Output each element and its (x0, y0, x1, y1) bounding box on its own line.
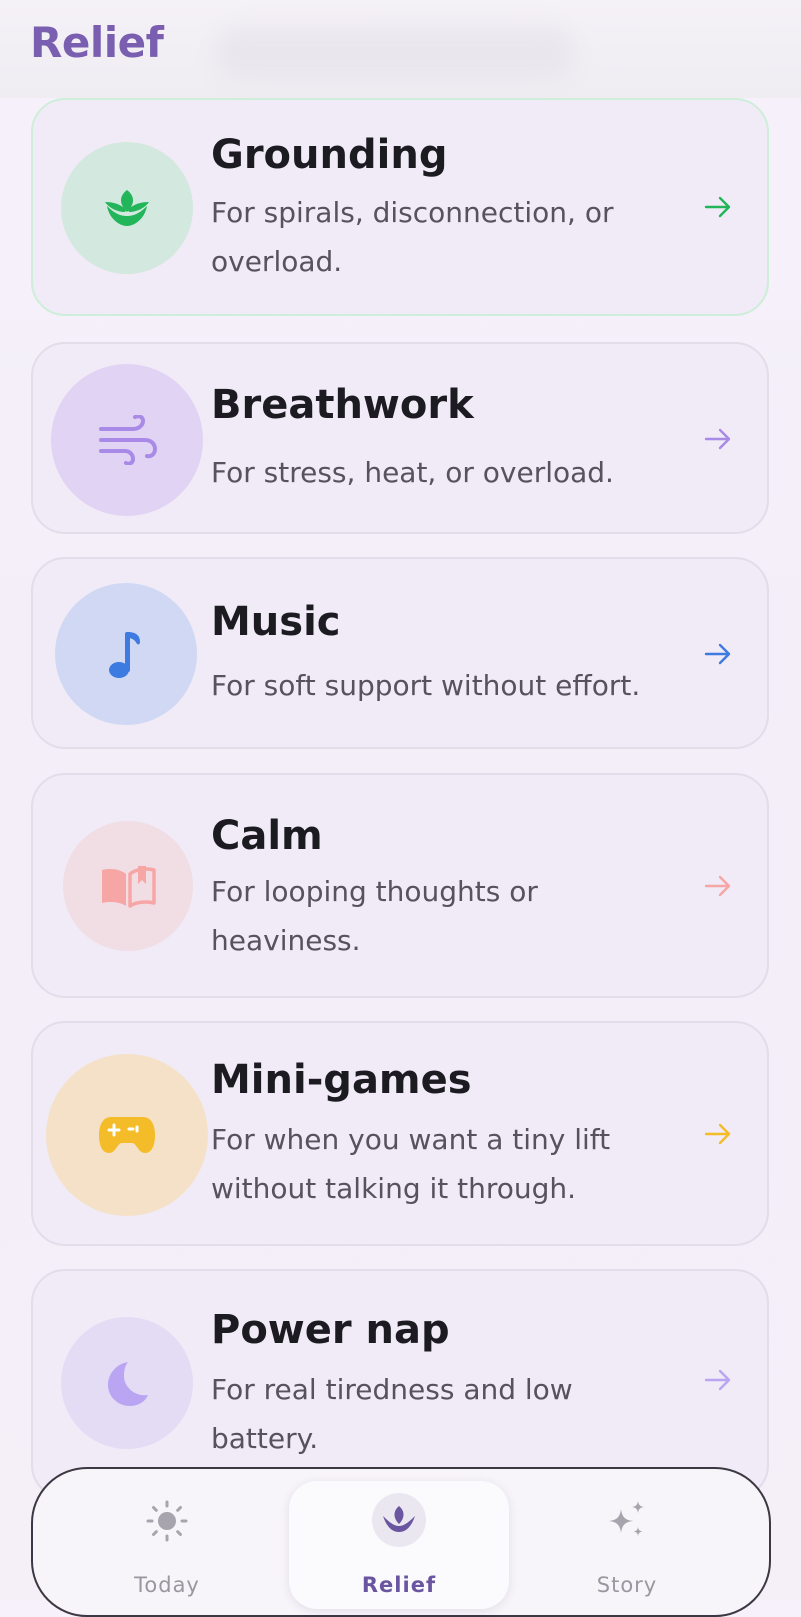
relief-card-grounding[interactable]: Grounding For spirals, disconnection, or… (31, 98, 769, 316)
card-title: Mini-games (211, 1057, 472, 1103)
nav-label-relief: Relief (361, 1573, 437, 1597)
header-blurred-region (215, 28, 575, 80)
card-title: Breathwork (211, 382, 474, 428)
gamepad-icon (99, 1117, 155, 1153)
relief-card-music[interactable]: Music For soft support without effort. (31, 557, 769, 749)
wind-icon (99, 415, 157, 465)
card-title: Calm (211, 813, 323, 859)
arrow-right-icon (704, 1369, 731, 1391)
arrow-right-icon (704, 428, 731, 450)
relief-card-breathwork[interactable]: Breathwork For stress, heat, or overload… (31, 342, 769, 534)
relief-card-mini-games[interactable]: Mini-games For when you want a tiny lift… (31, 1021, 769, 1246)
card-description: For spirals, disconnection, or overload. (211, 196, 614, 278)
calm-icon-circle (63, 821, 193, 951)
nav-item-story[interactable]: Story (537, 1469, 717, 1617)
card-description: For real tiredness and low battery. (211, 1373, 573, 1455)
nav-label-story: Story (596, 1573, 658, 1597)
breathwork-icon-circle (51, 364, 203, 516)
arrow-right-icon (704, 196, 731, 218)
card-title: Grounding (211, 132, 448, 178)
moon-icon (108, 1362, 148, 1406)
mini-games-icon-circle (46, 1054, 208, 1216)
sprout-icon (105, 190, 149, 226)
bottom-nav: Today Relief Story (31, 1467, 771, 1617)
music-note-icon (109, 632, 140, 678)
card-description: For stress, heat, or overload. (211, 456, 614, 489)
card-description: For looping thoughts or heaviness. (211, 875, 538, 957)
nav-item-today[interactable]: Today (77, 1469, 257, 1617)
lotus-icon (383, 1506, 415, 1532)
relief-card-power-nap[interactable]: Power nap For real tiredness and low bat… (31, 1269, 769, 1499)
music-icon-circle (55, 583, 197, 725)
relief-card-calm[interactable]: Calm For looping thoughts or heaviness. (31, 773, 769, 998)
page-title: Relief (30, 18, 164, 67)
card-description: For when you want a tiny lift without ta… (211, 1123, 611, 1205)
nav-label-today: Today (134, 1573, 200, 1597)
card-description: For soft support without effort. (211, 669, 641, 702)
sparkles-icon (609, 1501, 644, 1536)
book-icon (102, 866, 156, 908)
power-nap-icon-circle (61, 1317, 193, 1449)
header-bar: Relief (0, 0, 801, 98)
nav-item-relief[interactable]: Relief (309, 1469, 489, 1617)
sun-icon (146, 1500, 188, 1542)
grounding-icon-circle (61, 142, 193, 274)
arrow-right-icon (704, 875, 731, 897)
card-title: Power nap (211, 1307, 450, 1353)
arrow-right-icon (704, 643, 731, 665)
card-title: Music (211, 599, 341, 645)
arrow-right-icon (704, 1123, 731, 1145)
